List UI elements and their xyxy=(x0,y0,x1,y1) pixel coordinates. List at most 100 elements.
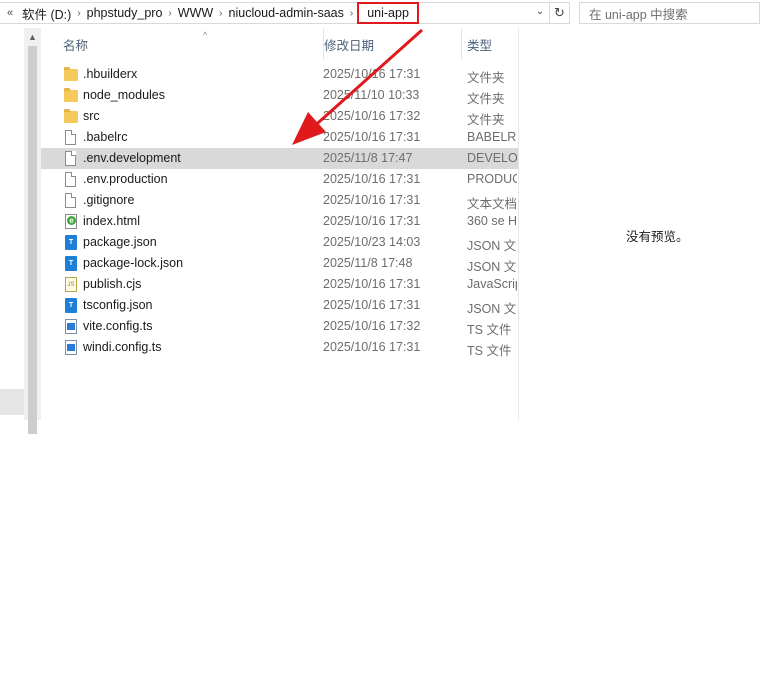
column-headers: 名称 ^ 修改日期 类型 xyxy=(41,28,518,60)
table-row[interactable]: .env.development 2025/11/8 17:47 DEVELOPME… xyxy=(41,148,518,169)
breadcrumb-separator-icon[interactable]: › xyxy=(348,8,355,19)
table-row[interactable]: .gitignore 2025/10/16 17:31 文本文档 xyxy=(41,190,518,211)
navigation-selected-item[interactable] xyxy=(0,389,24,415)
file-modified-date: 2025/10/16 17:31 xyxy=(323,193,421,207)
folder-icon xyxy=(64,88,78,104)
ts-file-icon xyxy=(64,319,78,335)
table-row[interactable]: src 2025/10/16 17:32 文件夹 xyxy=(41,106,518,127)
file-name: .babelrc xyxy=(83,130,128,144)
file-name: .gitignore xyxy=(83,193,135,207)
breadcrumb-separator-icon[interactable]: › xyxy=(217,8,224,19)
file-icon xyxy=(64,130,78,146)
file-name: .hbuilderx xyxy=(83,67,138,81)
file-type: JSON 文件 xyxy=(467,239,517,253)
table-row[interactable]: .env.production 2025/10/16 17:31 PRODUCTIO… xyxy=(41,169,518,190)
refresh-button[interactable]: ↻ xyxy=(550,2,570,24)
file-name: src xyxy=(83,109,100,123)
file-modified-date: 2025/10/16 17:31 xyxy=(323,130,421,144)
breadcrumb-separator-icon[interactable]: › xyxy=(75,8,82,19)
file-name: node_modules xyxy=(83,88,166,102)
preview-pane: 没有预览。 xyxy=(519,28,760,420)
table-row[interactable]: Tpackage-lock.json 2025/11/8 17:48 JSON 文件 xyxy=(41,253,518,274)
file-modified-date: 2025/10/16 17:31 xyxy=(323,214,421,228)
file-type: 文件夹 xyxy=(467,71,505,85)
table-row[interactable]: JS publish.cjs 2025/10/16 17:31 JavaScript xyxy=(41,274,518,295)
breadcrumb-phpstudy[interactable]: phpstudy_pro xyxy=(83,3,167,23)
breadcrumb-separator-icon[interactable]: › xyxy=(166,8,173,19)
navigation-pane[interactable] xyxy=(0,28,24,418)
file-type: JavaScript xyxy=(467,277,517,291)
file-icon xyxy=(64,193,78,209)
file-type: TS 文件 xyxy=(467,344,512,358)
file-modified-date: 2025/10/23 14:03 xyxy=(323,235,421,249)
file-name: vite.config.ts xyxy=(83,319,153,333)
table-row[interactable]: .hbuilderx 2025/10/16 17:31 文件夹 xyxy=(41,64,518,85)
file-modified-date: 2025/10/16 17:31 xyxy=(323,298,421,312)
json-file-icon: T xyxy=(64,256,78,272)
sort-ascending-icon: ^ xyxy=(203,30,208,40)
file-modified-date: 2025/11/8 17:47 xyxy=(323,151,413,165)
file-name: .env.production xyxy=(83,172,168,186)
file-name: package-lock.json xyxy=(83,256,184,270)
file-name: publish.cjs xyxy=(83,277,142,291)
file-name: tsconfig.json xyxy=(83,298,153,312)
scroll-up-icon[interactable]: ▲ xyxy=(24,32,41,42)
file-rows: .hbuilderx 2025/10/16 17:31 文件夹 node_module… xyxy=(41,64,518,358)
file-modified-date: 2025/11/10 10:33 xyxy=(323,88,420,102)
file-type: JSON 文件 xyxy=(467,260,517,274)
html-file-icon xyxy=(64,214,78,230)
ts-file-icon xyxy=(64,340,78,356)
column-header-date-label: 修改日期 xyxy=(324,38,375,53)
file-name: .env.development xyxy=(83,151,181,165)
search-input[interactable]: 在 uni-app 中搜索 xyxy=(579,2,760,24)
table-row[interactable]: Tpackage.json 2025/10/23 14:03 JSON 文件 xyxy=(41,232,518,253)
scrollbar-thumb[interactable] xyxy=(28,46,37,434)
file-name: index.html xyxy=(83,214,140,228)
file-type: BABELRC xyxy=(467,130,517,144)
file-modified-date: 2025/10/16 17:31 xyxy=(323,277,421,291)
navigation-scrollbar[interactable]: ▲ xyxy=(24,28,41,434)
file-type: 文本文档 xyxy=(467,197,517,211)
file-type: DEVELOPMENT xyxy=(467,151,517,165)
table-row[interactable]: index.html 2025/10/16 17:31 360 se HTML xyxy=(41,211,518,232)
table-row[interactable]: .babelrc 2025/10/16 17:31 BABELRC xyxy=(41,127,518,148)
json-file-icon: T xyxy=(64,235,78,251)
table-row[interactable]: Ttsconfig.json 2025/10/16 17:31 JSON 文件 xyxy=(41,295,518,316)
column-header-date[interactable]: 修改日期 xyxy=(323,28,463,60)
file-icon xyxy=(64,151,78,167)
table-row[interactable]: windi.config.ts 2025/10/16 17:31 TS 文件 xyxy=(41,337,518,358)
folder-icon xyxy=(64,67,78,83)
column-header-name-label: 名称 xyxy=(63,38,89,53)
column-header-name[interactable]: 名称 ^ xyxy=(63,28,318,60)
chevron-down-icon[interactable]: ⌄ xyxy=(533,6,547,20)
table-row[interactable]: node_modules 2025/11/10 10:33 文件夹 xyxy=(41,85,518,106)
breadcrumb-drive[interactable]: 软件 (D:) xyxy=(18,3,75,23)
file-modified-date: 2025/11/8 17:48 xyxy=(323,256,413,270)
breadcrumb-overflow-icon[interactable]: « xyxy=(2,7,18,19)
file-name: package.json xyxy=(83,235,157,249)
file-name: windi.config.ts xyxy=(83,340,162,354)
json-file-icon: T xyxy=(64,298,78,314)
file-modified-date: 2025/10/16 17:31 xyxy=(323,340,421,354)
file-modified-date: 2025/10/16 17:32 xyxy=(323,109,421,123)
file-modified-date: 2025/10/16 17:31 xyxy=(323,172,421,186)
breadcrumb-niucloud[interactable]: niucloud-admin-saas xyxy=(225,3,348,23)
refresh-icon: ↻ xyxy=(554,5,565,20)
address-bar-row: « 软件 (D:) › phpstudy_pro › WWW › niuclou… xyxy=(0,0,760,26)
file-type: 文件夹 xyxy=(467,92,505,106)
file-type: 文件夹 xyxy=(467,113,505,127)
address-bar[interactable]: « 软件 (D:) › phpstudy_pro › WWW › niuclou… xyxy=(0,2,550,24)
breadcrumb-uni-app[interactable]: uni-app xyxy=(357,2,419,24)
file-icon xyxy=(64,172,78,188)
table-row[interactable]: vite.config.ts 2025/10/16 17:32 TS 文件 xyxy=(41,316,518,337)
file-list: 名称 ^ 修改日期 类型 .hbuilderx 2025/10/16 17:31 文… xyxy=(41,28,518,420)
column-header-type[interactable]: 类型 xyxy=(461,28,518,60)
folder-icon xyxy=(64,109,78,125)
file-type: PRODUCTION xyxy=(467,172,517,186)
file-modified-date: 2025/10/16 17:31 xyxy=(323,67,421,81)
file-type: JSON 文件 xyxy=(467,302,517,316)
breadcrumb-www[interactable]: WWW xyxy=(174,3,217,23)
file-modified-date: 2025/10/16 17:32 xyxy=(323,319,421,333)
file-type: TS 文件 xyxy=(467,323,512,337)
js-file-icon: JS xyxy=(64,277,78,293)
